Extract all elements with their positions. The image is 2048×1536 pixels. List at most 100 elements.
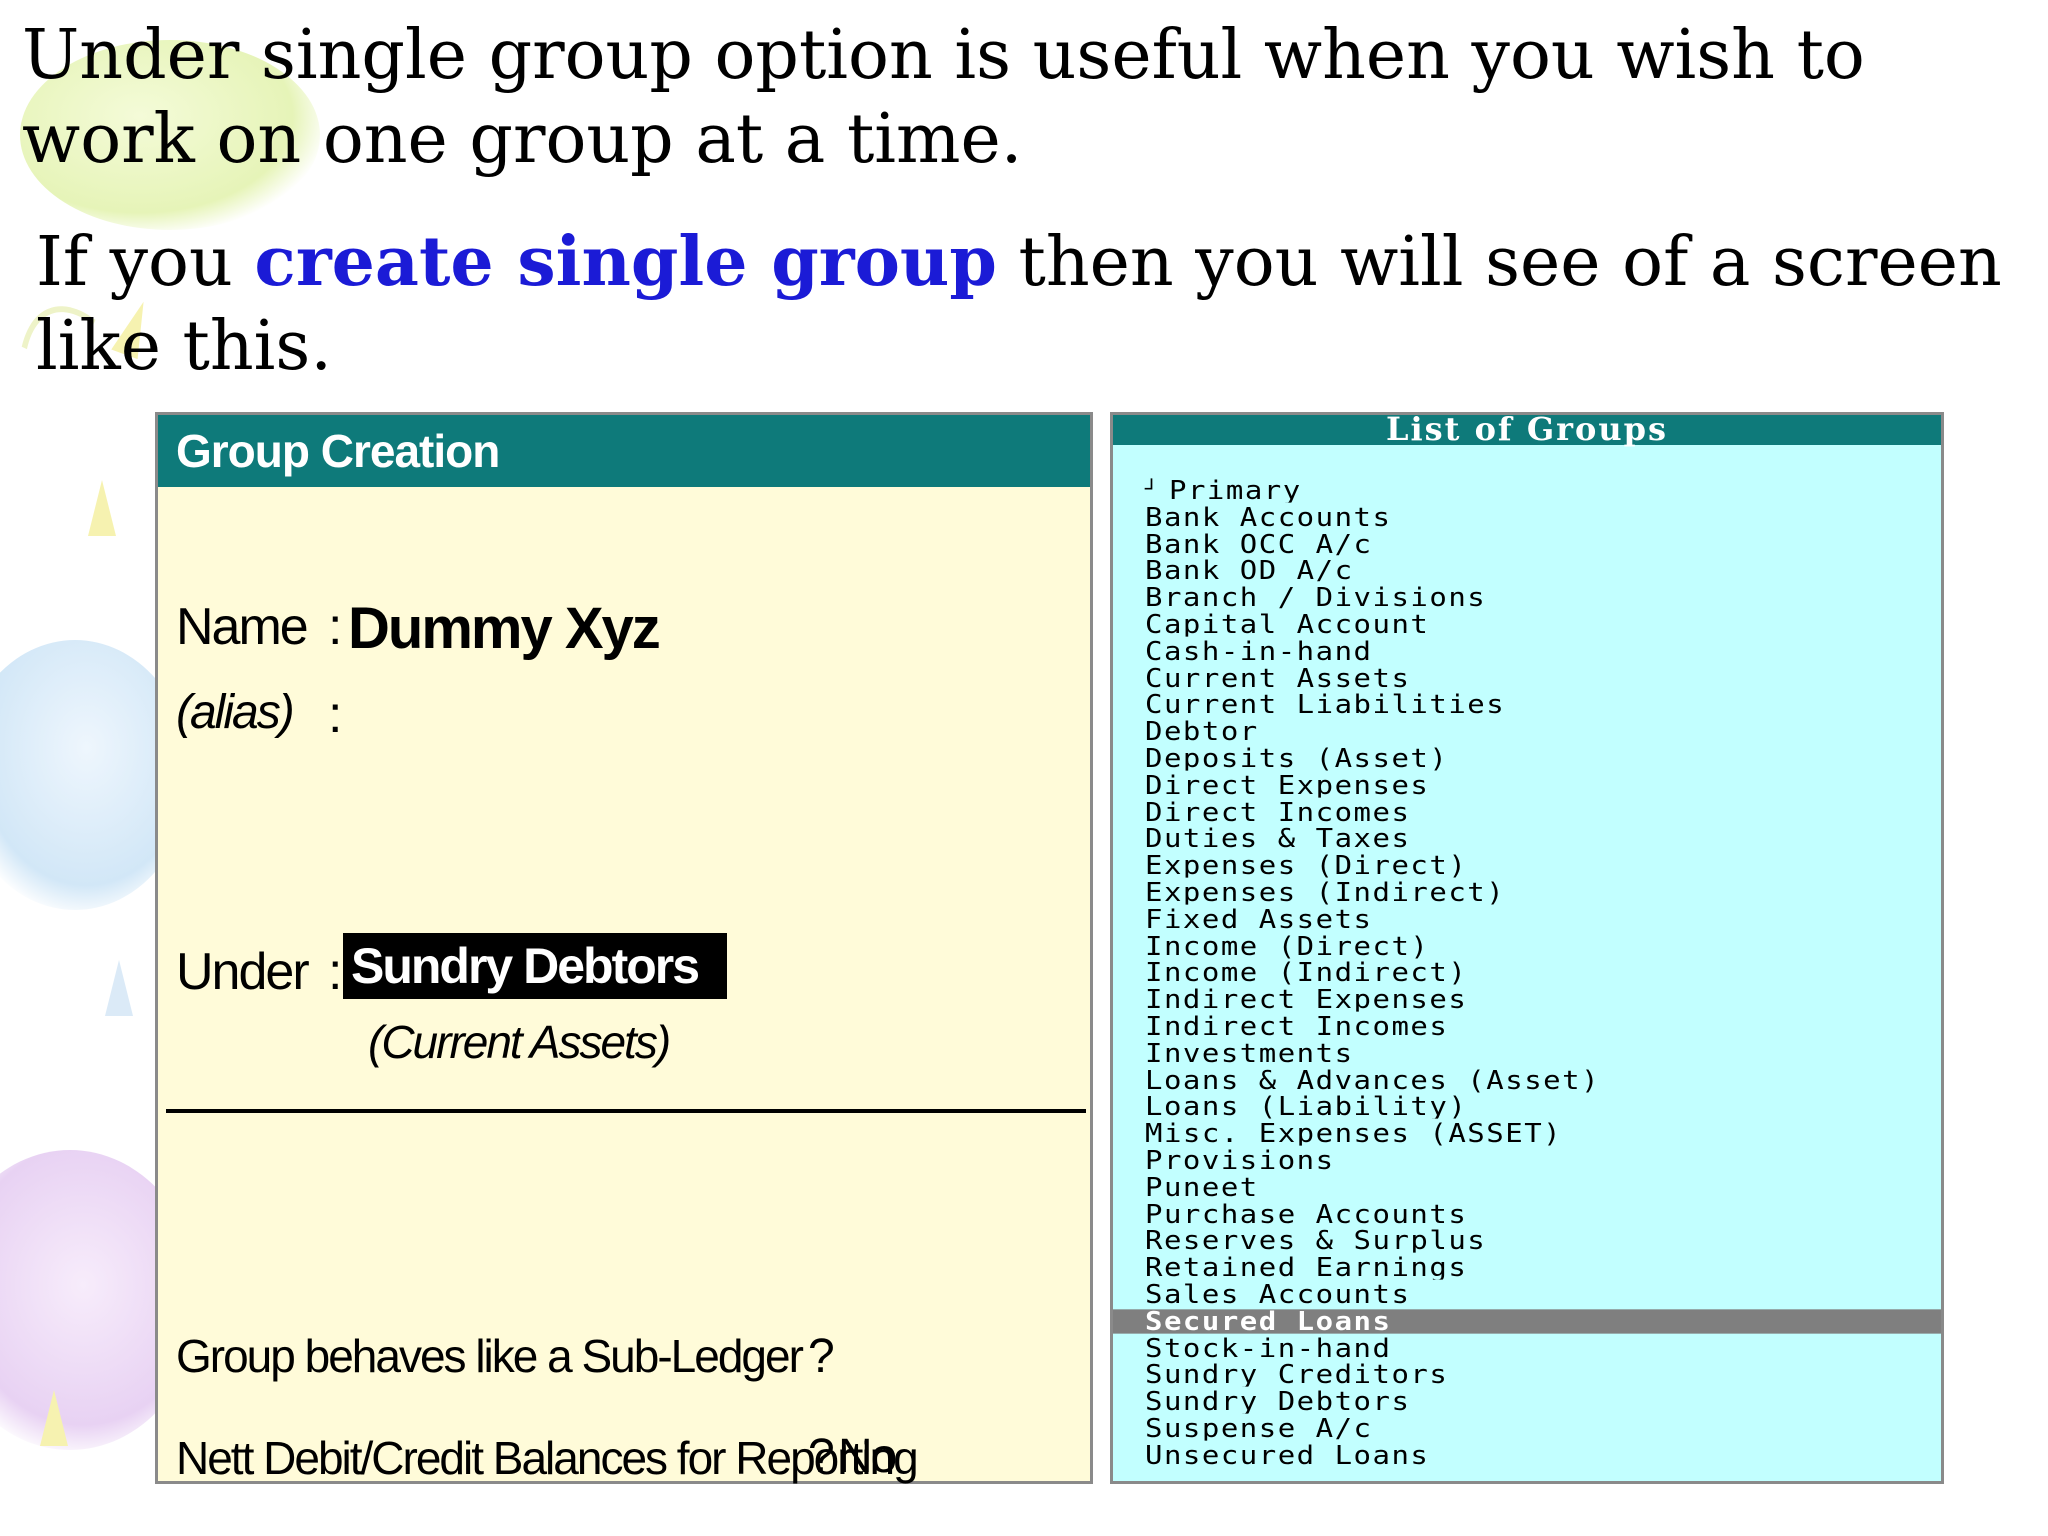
nett-balances-field[interactable]: No: [838, 1429, 897, 1484]
group-list-item[interactable]: Expenses (Indirect): [1113, 880, 1941, 904]
group-list-item[interactable]: Current Assets: [1113, 666, 1941, 690]
intro-paragraph: Under single group option is useful when…: [22, 14, 2022, 182]
group-list-item-label: Direct Expenses: [1145, 773, 1430, 798]
group-list-item-label: Purchase Accounts: [1145, 1201, 1468, 1226]
group-list-item-label: Sales Accounts: [1145, 1282, 1411, 1307]
under-colon: :: [328, 943, 343, 1001]
group-list-item[interactable]: Direct Incomes: [1113, 800, 1941, 824]
group-list-item-label: Bank Accounts: [1145, 505, 1392, 530]
group-list-item-label: Loans & Advances (Asset): [1145, 1067, 1601, 1092]
group-list-item-label: Bank OCC A/c: [1145, 531, 1373, 557]
group-list-item-label: Reserves & Surplus: [1145, 1228, 1487, 1253]
group-list-item-label: Loans (Liability): [1145, 1094, 1468, 1119]
under-label: Under: [176, 943, 310, 1001]
group-list-item[interactable]: Bank OCC A/c: [1113, 532, 1941, 556]
group-list-item[interactable]: ┘ Primary: [1113, 478, 1941, 502]
group-list-item-label: Retained Earnings: [1145, 1255, 1468, 1280]
nett-balances-label: Nett Debit/Credit Balances for Reporting: [176, 1432, 919, 1484]
group-list-item-label: Suspense A/c: [1145, 1416, 1373, 1441]
group-list-item[interactable]: Direct Expenses: [1113, 773, 1941, 797]
group-list-item-label: Indirect Expenses: [1145, 987, 1468, 1012]
name-field[interactable]: Dummy Xyz: [348, 595, 661, 662]
group-list-item[interactable]: Duties & Taxes: [1113, 827, 1941, 851]
parent-group-value: (Current Assets): [368, 1016, 671, 1068]
group-list-item[interactable]: Indirect Expenses: [1113, 987, 1941, 1011]
nett-balances-mark: ?: [808, 1430, 835, 1483]
group-list-item[interactable]: Sales Accounts: [1113, 1282, 1941, 1306]
primary-marker-icon: ┘: [1145, 478, 1160, 501]
group-list-item[interactable]: Current Liabilities: [1113, 693, 1941, 717]
group-list-item[interactable]: Sundry Debtors: [1113, 1389, 1941, 1413]
group-list-item[interactable]: Fixed Assets: [1113, 907, 1941, 931]
group-list-item-label: Current Liabilities: [1145, 692, 1506, 717]
group-list-item[interactable]: Deposits (Asset): [1113, 746, 1941, 770]
group-list-item[interactable]: Loans (Liability): [1113, 1095, 1941, 1119]
sub-ledger-label: Group behaves like a Sub-Ledger: [176, 1330, 804, 1382]
name-label: Name: [176, 598, 309, 656]
group-list-item-label: Income (Direct): [1145, 933, 1430, 959]
group-list-item[interactable]: Expenses (Direct): [1113, 853, 1941, 877]
intro-line2-prefix: If you: [36, 223, 255, 302]
group-list-item-label: Expenses (Direct): [1145, 853, 1468, 878]
group-list-item-label: Primary: [1169, 478, 1302, 503]
intro-line1: Under single group option is useful when…: [22, 16, 1865, 179]
section-divider: [166, 1109, 1086, 1113]
group-list-item-label: Puneet: [1145, 1175, 1259, 1200]
group-list-item-label: Duties & Taxes: [1145, 826, 1411, 851]
group-list-item[interactable]: Income (Direct): [1113, 934, 1941, 958]
group-list: ┘ Primary Bank Accounts Bank OCC A/c Bank OD…: [1113, 477, 1941, 1468]
group-list-item[interactable]: Retained Earnings: [1113, 1255, 1941, 1279]
group-list-item[interactable]: Branch / Divisions: [1113, 586, 1941, 610]
group-list-item[interactable]: Bank OD A/c: [1113, 559, 1941, 583]
intro-second-line: If you create single group then you will…: [36, 220, 2036, 389]
group-list-item-label: Provisions: [1145, 1148, 1335, 1173]
group-creation-panel: Group Creation Name : Dummy Xyz (alias) …: [155, 412, 1093, 1484]
list-of-groups-panel: List of Groups ┘ Primary Bank Accounts Bank…: [1110, 412, 1944, 1484]
group-list-item[interactable]: Secured Loans: [1113, 1309, 1941, 1334]
group-list-item[interactable]: Reserves & Surplus: [1113, 1229, 1941, 1253]
group-list-item-label: Sundry Creditors: [1145, 1362, 1449, 1387]
alias-colon: :: [328, 686, 343, 744]
group-list-item-label: Fixed Assets: [1145, 907, 1373, 932]
under-field[interactable]: Sundry Debtors: [343, 933, 727, 999]
group-list-item-label: Cash-in-hand: [1145, 639, 1373, 664]
decorative-triangle: [88, 480, 116, 536]
group-list-item[interactable]: Indirect Incomes: [1113, 1014, 1941, 1038]
group-list-item[interactable]: Cash-in-hand: [1113, 639, 1941, 663]
group-list-item-label: Direct Incomes: [1145, 799, 1411, 825]
group-list-item[interactable]: Misc. Expenses (ASSET): [1113, 1121, 1941, 1145]
group-list-item[interactable]: Unsecured Loans: [1113, 1443, 1941, 1467]
group-list-item-label: Unsecured Loans: [1145, 1443, 1430, 1468]
group-list-item[interactable]: Capital Account: [1113, 612, 1941, 636]
group-list-item-label: Sundry Debtors: [1145, 1389, 1411, 1414]
name-colon: :: [328, 598, 343, 656]
sub-ledger-field[interactable]: ?: [808, 1329, 835, 1384]
group-list-item[interactable]: Sundry Creditors: [1113, 1363, 1941, 1387]
group-list-item-label: Capital Account: [1145, 612, 1430, 637]
alias-label: (alias): [176, 686, 295, 739]
group-creation-title: Group Creation: [158, 415, 1090, 487]
group-list-item[interactable]: Puneet: [1113, 1175, 1941, 1199]
group-list-item[interactable]: Investments: [1113, 1041, 1941, 1065]
group-list-item-label: Investments: [1145, 1041, 1354, 1066]
decorative-triangle: [105, 960, 133, 1016]
intro-line2-highlight: create single group: [254, 222, 997, 302]
group-list-item-label: Current Assets: [1145, 665, 1411, 691]
group-list-item[interactable]: Purchase Accounts: [1113, 1202, 1941, 1226]
group-list-item[interactable]: Income (Indirect): [1113, 961, 1941, 985]
group-list-item-label: Branch / Divisions: [1145, 585, 1487, 610]
group-list-item[interactable]: Debtor: [1113, 720, 1941, 744]
group-list-item[interactable]: Suspense A/c: [1113, 1416, 1941, 1440]
group-list-item-label: Secured Loans: [1145, 1309, 1392, 1334]
group-list-item-label: Expenses (Indirect): [1145, 880, 1506, 905]
group-list-item[interactable]: Provisions: [1113, 1148, 1941, 1172]
group-list-item-label: Debtor: [1145, 719, 1259, 744]
decorative-triangle: [40, 1390, 68, 1446]
group-list-item[interactable]: Bank Accounts: [1113, 505, 1941, 529]
group-list-item[interactable]: Loans & Advances (Asset): [1113, 1068, 1941, 1092]
group-list-item-label: Indirect Incomes: [1145, 1014, 1449, 1039]
group-list-item[interactable]: Stock-in-hand: [1113, 1336, 1941, 1360]
group-list-item-label: Deposits (Asset): [1145, 746, 1449, 771]
group-list-item-label: Misc. Expenses (ASSET): [1145, 1121, 1563, 1146]
group-list-item-label: Income (Indirect): [1145, 960, 1468, 985]
